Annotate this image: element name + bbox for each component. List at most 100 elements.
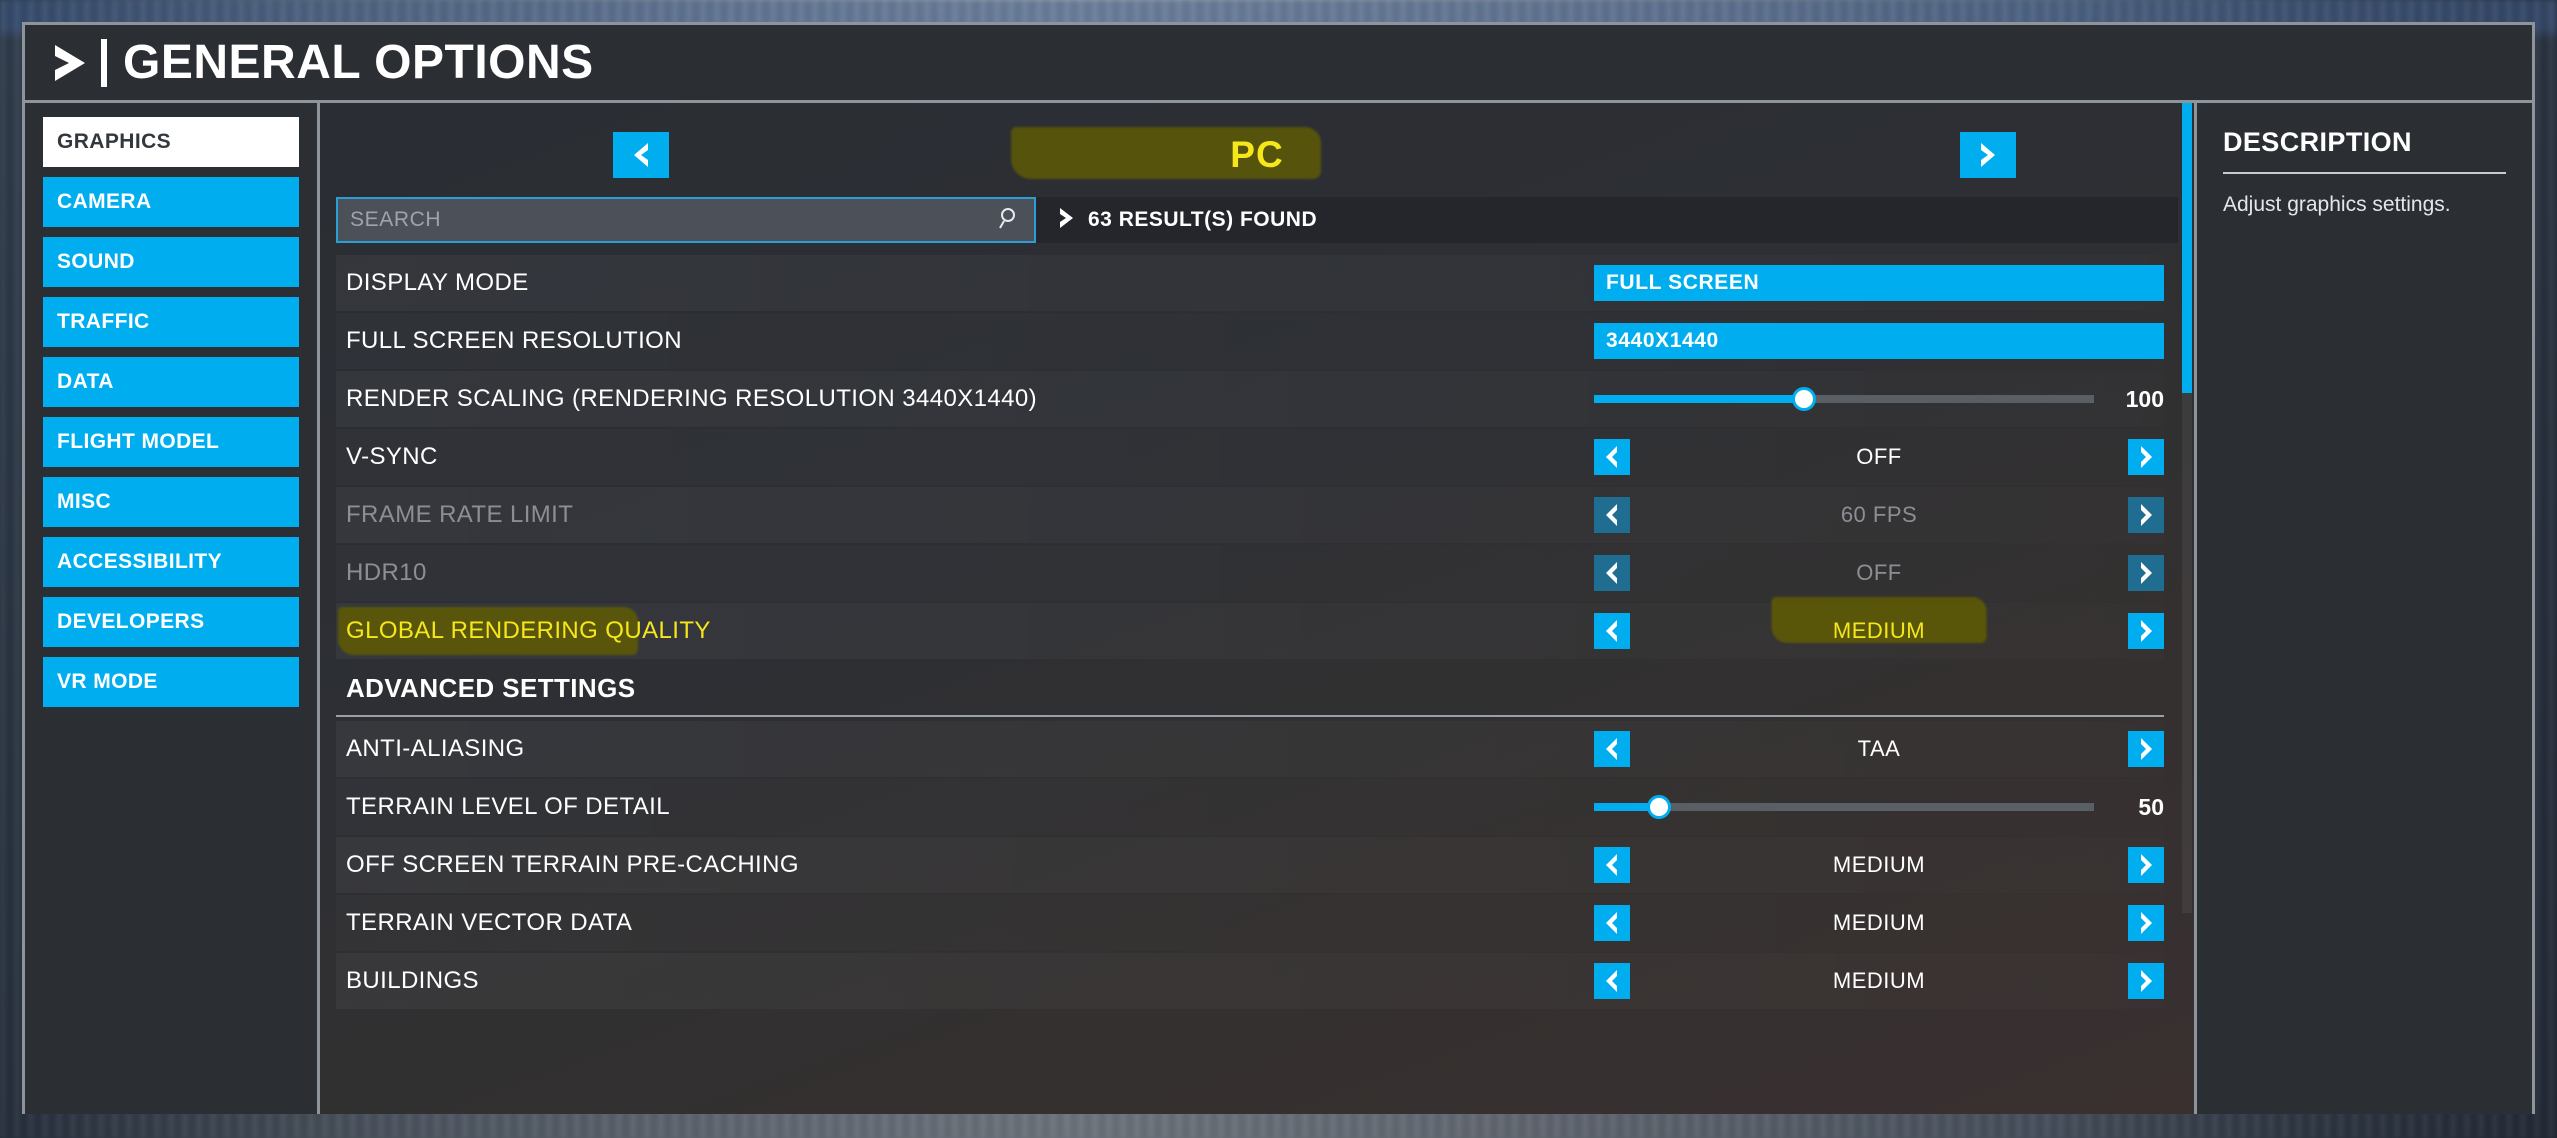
page-title: GENERAL OPTIONS xyxy=(123,35,594,89)
slider-value: 50 xyxy=(2138,793,2164,820)
settings-section-header: ADVANCED SETTINGS xyxy=(336,661,2164,717)
setting-prev-button[interactable] xyxy=(1594,963,1630,999)
sidebar-item-developers[interactable]: DEVELOPERS xyxy=(43,597,299,647)
setting-next-button[interactable] xyxy=(2128,905,2164,941)
search-box[interactable] xyxy=(336,197,1036,243)
slider-track[interactable] xyxy=(1594,387,2094,411)
setting-stepper: MEDIUM xyxy=(1594,963,2164,999)
sidebar-item-label: VR MODE xyxy=(57,670,158,693)
settings-row: TERRAIN LEVEL OF DETAIL 50 xyxy=(336,779,2164,835)
setting-control: 60 FPS xyxy=(1594,487,2164,543)
setting-stepper: MEDIUM xyxy=(1594,847,2164,883)
search-input[interactable] xyxy=(350,208,998,232)
chevron-left-icon xyxy=(1606,912,1617,934)
chevron-left-icon xyxy=(634,143,648,167)
sidebar-item-flight-model[interactable]: FLIGHT MODEL xyxy=(43,417,299,467)
sidebar-item-traffic[interactable]: TRAFFIC xyxy=(43,297,299,347)
setting-prev-button[interactable] xyxy=(1594,439,1630,475)
chevron-right-icon xyxy=(51,39,91,87)
slider-knob[interactable] xyxy=(1647,795,1671,819)
setting-label: FRAME RATE LIMIT xyxy=(346,501,574,528)
setting-value: OFF xyxy=(1856,560,1902,585)
setting-next-button[interactable] xyxy=(2128,731,2164,767)
setting-slider[interactable]: 50 xyxy=(1594,789,2164,825)
setting-prev-button[interactable] xyxy=(1594,731,1630,767)
setting-next-button[interactable] xyxy=(2128,439,2164,475)
setting-value: 60 FPS xyxy=(1840,502,1918,527)
settings-row: FRAME RATE LIMIT 60 FPS xyxy=(336,487,2164,543)
chevron-right-icon xyxy=(2141,738,2152,760)
setting-stepper: TAA xyxy=(1594,731,2164,767)
setting-control: FULL SCREEN xyxy=(1594,255,2164,311)
setting-value: MEDIUM xyxy=(1832,910,1926,935)
sidebar: GRAPHICS CAMERA SOUND TRAFFIC DATA FLIGHT MOD… xyxy=(25,103,320,1114)
setting-control: MEDIUM xyxy=(1594,837,2164,893)
description-title: DESCRIPTION xyxy=(2223,127,2412,157)
settings-row: HDR10 OFF xyxy=(336,545,2164,601)
scrollbar-thumb[interactable] xyxy=(2182,103,2192,393)
setting-control: OFF xyxy=(1594,429,2164,485)
setting-stepper: MEDIUM xyxy=(1594,905,2164,941)
sidebar-item-data[interactable]: DATA xyxy=(43,357,299,407)
setting-next-button[interactable] xyxy=(2128,847,2164,883)
platform-name: PC xyxy=(1230,134,1284,175)
sidebar-item-camera[interactable]: CAMERA xyxy=(43,177,299,227)
setting-value: MEDIUM xyxy=(1832,618,1926,643)
setting-next-button[interactable] xyxy=(2128,613,2164,649)
setting-stepper: OFF xyxy=(1594,555,2164,591)
setting-value-button[interactable]: 3440X1440 xyxy=(1594,323,2164,359)
platform-selector: PC xyxy=(336,125,2178,185)
sidebar-item-label: CAMERA xyxy=(57,190,152,213)
sidebar-item-sound[interactable]: SOUND xyxy=(43,237,299,287)
setting-prev-button[interactable] xyxy=(1594,905,1630,941)
setting-value: TAA xyxy=(1857,736,1901,761)
search-icon[interactable] xyxy=(998,206,1022,235)
chevron-right-icon xyxy=(2141,970,2152,992)
setting-label: DISPLAY MODE xyxy=(346,269,529,296)
title-divider xyxy=(101,38,107,87)
chevron-left-icon xyxy=(1606,504,1617,526)
setting-prev-button[interactable] xyxy=(1594,613,1630,649)
setting-next-button xyxy=(2128,497,2164,533)
setting-label: FULL SCREEN RESOLUTION xyxy=(346,327,682,354)
sidebar-item-label: MISC xyxy=(57,490,112,513)
settings-row: ANTI-ALIASING TAA xyxy=(336,721,2164,777)
chevron-right-icon xyxy=(2141,562,2152,584)
description-panel: DESCRIPTION Adjust graphics settings. xyxy=(2194,103,2532,1114)
settings-panel: PC SEARCH 63 RESULT(S) FOUND DISPLAY MOD… xyxy=(320,103,2194,1114)
platform-next-button[interactable] xyxy=(1960,132,2016,178)
sidebar-item-graphics[interactable]: GRAPHICS xyxy=(43,117,299,167)
setting-value: MEDIUM xyxy=(1832,968,1926,993)
setting-next-button[interactable] xyxy=(2128,963,2164,999)
settings-scrollbar[interactable] xyxy=(2182,103,2192,913)
setting-stepper: OFF xyxy=(1594,439,2164,475)
setting-next-button xyxy=(2128,555,2164,591)
slider-knob[interactable] xyxy=(1792,387,1816,411)
settings-row: TERRAIN VECTOR DATA MEDIUM xyxy=(336,895,2164,951)
sidebar-item-label: DEVELOPERS xyxy=(57,610,205,633)
settings-row: FULL SCREEN RESOLUTION 3440X1440 xyxy=(336,313,2164,369)
setting-prev-button[interactable] xyxy=(1594,847,1630,883)
settings-list: DISPLAY MODE FULL SCREEN FULL SCREEN RESOL… xyxy=(336,255,2178,1065)
sidebar-item-label: DATA xyxy=(57,370,114,393)
platform-prev-button[interactable] xyxy=(613,132,669,178)
setting-label: TERRAIN LEVEL OF DETAIL xyxy=(346,793,670,820)
setting-prev-button xyxy=(1594,497,1630,533)
sidebar-item-label: TRAFFIC xyxy=(57,310,150,333)
sidebar-item-misc[interactable]: MISC xyxy=(43,477,299,527)
chevron-left-icon xyxy=(1606,970,1617,992)
description-text: Adjust graphics settings. xyxy=(2223,193,2451,216)
chevron-right-icon xyxy=(2141,912,2152,934)
setting-value-button[interactable]: FULL SCREEN xyxy=(1594,265,2164,301)
setting-control: 3440X1440 xyxy=(1594,313,2164,369)
options-window: GENERAL OPTIONS GRAPHICS CAMERA SOUND TRAFF… xyxy=(22,22,2535,1114)
settings-row: V-SYNC OFF xyxy=(336,429,2164,485)
setting-control: 50 xyxy=(1594,779,2164,835)
sidebar-item-vr-mode[interactable]: VR MODE xyxy=(43,657,299,707)
chevron-left-icon xyxy=(1606,620,1617,642)
setting-slider[interactable]: 100 xyxy=(1594,381,2164,417)
sidebar-item-accessibility[interactable]: ACCESSIBILITY xyxy=(43,537,299,587)
slider-track[interactable] xyxy=(1594,795,2094,819)
settings-row: BUILDINGS MEDIUM xyxy=(336,953,2164,1009)
setting-label: RENDER SCALING (RENDERING RESOLUTION 344… xyxy=(346,385,1037,412)
